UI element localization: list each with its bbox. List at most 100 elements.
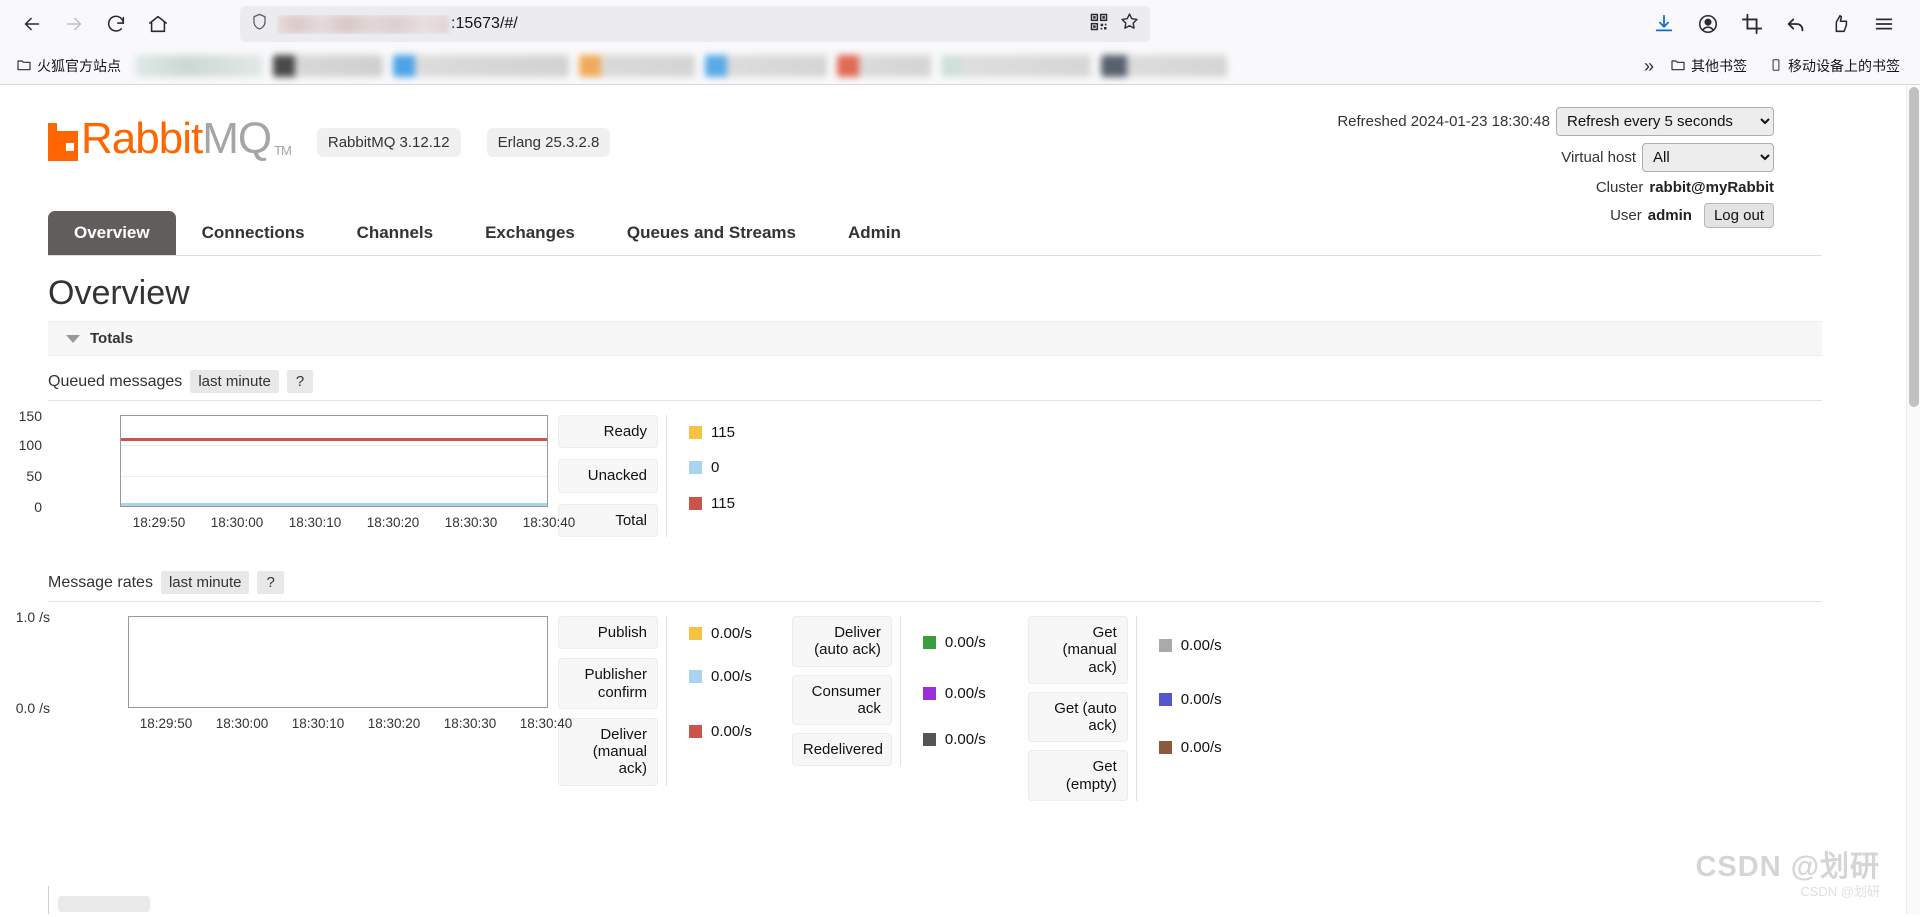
queued-messages-header: Queued messages last minute ? [48,370,1822,401]
scrollbar-thumb[interactable] [1909,87,1919,407]
logout-button[interactable]: Log out [1704,203,1774,228]
page-bottom-edge [48,886,49,914]
swatch-publisher-confirm [689,670,702,683]
tab-connections[interactable]: Connections [176,211,331,255]
browser-toolbar: :15673/#/ [0,0,1920,48]
x-tick-label: 18:30:30 [432,515,510,530]
home-icon[interactable] [138,6,178,42]
back-icon[interactable] [12,6,52,42]
cluster-label: Cluster [1596,179,1644,196]
legend-label-consumer-ack[interactable]: Consumer ack [792,675,892,726]
legend-value-publisher-confirm: 0.00/s [667,650,752,702]
queued-plot-area [120,415,548,507]
tab-queues-and-streams[interactable]: Queues and Streams [601,211,822,255]
bookmark-firefox-official[interactable]: 火狐官方站点 [10,53,127,79]
folder-icon [1670,57,1686,76]
bookmark-blurred[interactable] [393,55,569,77]
queued-messages-block: Queued messages last minute ? 150 100 50… [48,370,1822,545]
rabbitmq-logo[interactable]: RabbitMQTM [48,117,291,161]
legend-value-text: 0.00/s [711,668,752,685]
x-tick-label: 18:30:00 [204,716,280,731]
url-bar[interactable]: :15673/#/ [240,6,1150,42]
tab-exchanges[interactable]: Exchanges [459,211,601,255]
qr-code-icon[interactable] [1089,12,1109,37]
screenshot-icon[interactable] [1732,6,1772,42]
refresh-interval-select[interactable]: Refresh every 5 seconds [1556,107,1774,136]
rabbitmq-version-badge: RabbitMQ 3.12.12 [317,128,461,157]
bookmark-mobile[interactable]: 移动设备上的书签 [1763,53,1906,79]
rabbitmq-logo-mark [48,123,78,161]
forward-icon[interactable] [54,6,94,42]
y-tick-label: 100 [19,437,42,453]
watermark-line-2: CSDN @划研 [1695,881,1880,900]
tab-channels[interactable]: Channels [331,211,460,255]
swatch-deliver-manual-ack [689,725,702,738]
vhost-label: Virtual host [1561,149,1636,166]
legend-label-publish[interactable]: Publish [558,616,658,649]
queued-period-chip[interactable]: last minute [190,370,279,393]
reload-icon[interactable] [96,6,136,42]
watermark-line-1: CSDN @划研 [1695,843,1880,885]
bookmarks-overflow-icon[interactable]: » [1644,56,1654,77]
x-tick-label: 18:30:40 [508,716,584,731]
queued-legend-values: 115 0 115 [667,415,735,521]
legend-label-publisher-confirm[interactable]: Publisher confirm [558,658,658,709]
legend-value-redelivered: 0.00/s [901,718,986,760]
y-tick-label: 1.0 /s [16,609,50,625]
page-bottom-partial-element [58,896,150,912]
legend-label-unacked[interactable]: Unacked [558,459,658,492]
queued-help-icon[interactable]: ? [287,370,313,393]
bookmark-blurred[interactable] [941,55,1091,77]
bookmark-blurred[interactable] [579,55,695,77]
legend-value-text: 0.00/s [711,723,752,740]
legend-value-consumer-ack: 0.00/s [901,668,986,718]
legend-value-text: 0.00/s [945,731,986,748]
queued-messages-chart-row: 150 100 50 0 18:29:50 18:30:00 18:30:10 … [48,415,1822,545]
refreshed-timestamp: Refreshed 2024-01-23 18:30:48 [1337,113,1550,130]
legend-label-ready[interactable]: Ready [558,415,658,448]
bookmark-blurred[interactable] [135,55,263,77]
legend-label-redelivered[interactable]: Redelivered [792,733,892,766]
account-icon[interactable] [1688,6,1728,42]
rates-legend-values-1: 0.00/s 0.00/s 0.00/s [667,616,752,760]
rabbitmq-page: RabbitMQTM RabbitMQ 3.12.12 Erlang 25.3.… [0,85,1920,914]
tab-overview[interactable]: Overview [48,211,176,255]
totals-section-header[interactable]: Totals [48,321,1822,356]
page-title: Overview [48,274,1822,313]
legend-value-publish: 0.00/s [667,616,752,650]
undo-icon[interactable] [1776,6,1816,42]
rates-legend-group-3: Get (manual ack) Get (auto ack) Get (emp… [1028,616,1222,801]
browser-chrome: :15673/#/ [0,0,1920,85]
bookmark-blurred[interactable] [837,55,931,77]
legend-label-get-auto-ack[interactable]: Get (auto ack) [1028,692,1128,743]
legend-label-get-empty[interactable]: Get (empty) [1028,750,1128,801]
erlang-version-badge: Erlang 25.3.2.8 [487,128,611,157]
legend-label-deliver-auto-ack[interactable]: Deliver (auto ack) [792,616,892,667]
legend-label-get-manual-ack[interactable]: Get (manual ack) [1028,616,1128,684]
series-line-unacked [121,503,547,506]
download-icon[interactable] [1644,6,1684,42]
user-label: User [1610,207,1642,224]
star-icon[interactable] [1119,11,1140,37]
legend-value-text: 0.00/s [1181,691,1222,708]
rates-period-chip[interactable]: last minute [161,571,250,594]
extension-icon[interactable] [1820,6,1860,42]
tab-admin[interactable]: Admin [822,211,927,255]
bookmark-other[interactable]: 其他书签 [1664,53,1753,79]
menu-icon[interactable] [1864,6,1904,42]
bookmark-blurred[interactable] [1101,55,1227,77]
rates-help-icon[interactable]: ? [257,571,283,594]
legend-value-text: 0.00/s [945,634,986,651]
page-scrollbar[interactable] [1906,85,1920,914]
vhost-select[interactable]: All [1642,143,1774,172]
y-tick-label: 0 [34,499,42,515]
y-tick-label: 50 [26,468,42,484]
rates-legend-group-1: Publish Publisher confirm Deliver (manua… [558,616,752,786]
rates-legend-group-2: Deliver (auto ack) Consumer ack Redelive… [792,616,986,766]
swatch-redelivered [923,733,936,746]
bookmark-blurred[interactable] [273,55,383,77]
bookmark-blurred[interactable] [705,55,827,77]
swatch-get-auto-ack [1159,693,1172,706]
chevron-down-icon[interactable] [66,335,80,343]
x-tick-label: 18:30:20 [354,515,432,530]
